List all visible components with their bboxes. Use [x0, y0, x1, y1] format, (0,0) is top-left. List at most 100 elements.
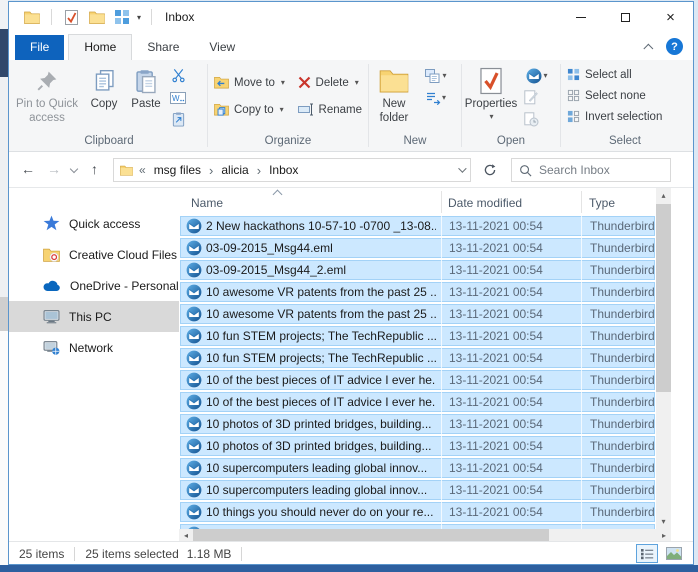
- search-input[interactable]: [539, 163, 649, 177]
- cut-button[interactable]: [167, 65, 189, 86]
- refresh-button[interactable]: [477, 160, 503, 180]
- qat-properties-icon[interactable]: [63, 10, 80, 25]
- table-row[interactable]: 10 awesome VR patents from the past 25 .…: [180, 282, 655, 302]
- easy-access-button[interactable]: ▾: [419, 87, 453, 108]
- open-with-thunderbird-button[interactable]: ▾: [520, 65, 554, 86]
- tab-file[interactable]: File: [15, 35, 64, 60]
- up-button[interactable]: ↑: [91, 161, 98, 177]
- table-row[interactable]: 03-09-2015_Msg44.eml 13-11-2021 00:54 Th…: [180, 238, 655, 258]
- table-row[interactable]: 10 awesome VR patents from the past 25 .…: [180, 304, 655, 324]
- select-all-button[interactable]: Select all: [561, 64, 638, 85]
- table-row[interactable]: 10 photos of 3D printed bridges, buildin…: [180, 414, 655, 434]
- thunderbird-file-icon: [186, 416, 202, 432]
- horizontal-scroll-thumb[interactable]: [193, 529, 549, 541]
- recent-locations-dropdown[interactable]: [70, 165, 78, 173]
- qat-new-folder-icon[interactable]: [88, 10, 105, 25]
- sidebar-item-creative-cloud-files[interactable]: Creative Cloud Files: [9, 239, 179, 270]
- paste-shortcut-button[interactable]: [167, 109, 189, 130]
- copy-button[interactable]: Copy: [83, 63, 125, 115]
- move-to-icon: [214, 76, 229, 89]
- table-row[interactable]: 10 fun STEM projects; The TechRepublic .…: [180, 326, 655, 346]
- pin-to-quick-access-button[interactable]: Pin to Quick access: [11, 63, 83, 129]
- collapse-ribbon-icon[interactable]: [643, 44, 653, 54]
- column-separator[interactable]: [581, 191, 582, 213]
- qat-customize-dropdown[interactable]: ▾: [137, 13, 141, 22]
- tab-view[interactable]: View: [194, 35, 250, 60]
- file-list-pane: Name Date modified Type 2 New hackathons…: [179, 188, 693, 541]
- table-row[interactable]: 03-09-2015_Msg44_2.eml 13-11-2021 00:54 …: [180, 260, 655, 280]
- forward-button[interactable]: →: [47, 161, 61, 177]
- breadcrumb-separator[interactable]: ›: [203, 163, 219, 178]
- sidebar-item-onedrive[interactable]: OneDrive - Personal: [9, 270, 179, 301]
- table-row[interactable]: 10 fun STEM projects; The TechRepublic .…: [180, 348, 655, 368]
- sidebar-item-network[interactable]: Network: [9, 332, 179, 363]
- properties-button[interactable]: Properties ▾: [462, 63, 520, 124]
- breadcrumb-alicia[interactable]: alicia: [219, 163, 250, 177]
- breadcrumb-overflow[interactable]: «: [135, 163, 152, 177]
- address-box[interactable]: « msg files › alicia › Inbox: [113, 158, 471, 182]
- maximize-button[interactable]: [603, 2, 648, 32]
- minimize-button[interactable]: [558, 2, 603, 32]
- file-type: Thunderbird D: [590, 373, 654, 387]
- table-row[interactable]: 10 supercomputers leading global innov..…: [180, 458, 655, 478]
- table-row[interactable]: 10 of the best pieces of IT advice I eve…: [180, 370, 655, 390]
- horizontal-scrollbar[interactable]: ◂ ▸: [179, 529, 671, 541]
- onedrive-cloud-icon: [43, 280, 61, 292]
- sidebar-item-quick-access[interactable]: Quick access: [9, 208, 179, 239]
- column-header-date-modified[interactable]: Date modified: [448, 196, 522, 210]
- move-to-button[interactable]: Move to▾: [208, 69, 292, 96]
- address-dropdown-icon[interactable]: [458, 164, 466, 172]
- table-row[interactable]: 2 New hackathons 10-57-10 -0700 _13-08..…: [180, 216, 655, 236]
- select-none-button[interactable]: Select none: [561, 85, 652, 106]
- scroll-up-arrow[interactable]: ▴: [656, 188, 671, 203]
- delete-button[interactable]: Delete▾: [292, 69, 368, 96]
- file-name: 10 fun STEM projects; The TechRepublic .…: [206, 351, 436, 365]
- breadcrumb-separator[interactable]: ›: [251, 163, 267, 178]
- back-button[interactable]: ←: [21, 161, 35, 177]
- file-type: Thunderbird D: [590, 505, 654, 519]
- table-row[interactable]: 10 photos of 3D printed bridges, buildin…: [180, 436, 655, 456]
- details-view-button[interactable]: [636, 544, 658, 563]
- qat-view-grid-icon[interactable]: [113, 10, 130, 25]
- delete-icon: [298, 76, 311, 89]
- help-icon[interactable]: ?: [666, 38, 683, 55]
- column-separator[interactable]: [441, 191, 442, 213]
- file-date-modified: 13-11-2021 00:54: [449, 417, 577, 431]
- file-date-modified: 13-11-2021 00:54: [449, 219, 577, 233]
- column-header-type[interactable]: Type: [589, 196, 615, 210]
- scroll-down-arrow[interactable]: ▾: [656, 514, 671, 529]
- new-item-button[interactable]: ▾: [419, 65, 453, 86]
- paste-button[interactable]: Paste: [125, 63, 167, 115]
- tab-home[interactable]: Home: [68, 34, 132, 60]
- thunderbird-file-icon: [186, 218, 202, 234]
- table-row[interactable]: 10 supercomputers leading global innov..…: [180, 480, 655, 500]
- breadcrumb-inbox[interactable]: Inbox: [267, 163, 300, 177]
- vertical-scrollbar[interactable]: ▴ ▾: [656, 188, 671, 529]
- thumbnail-view-button[interactable]: [663, 544, 685, 563]
- table-row[interactable]: 10 of the best pieces of IT advice I eve…: [180, 392, 655, 412]
- tab-share[interactable]: Share: [132, 35, 194, 60]
- history-button[interactable]: [520, 109, 542, 130]
- scroll-right-arrow[interactable]: ▸: [657, 529, 671, 541]
- file-name: 10 supercomputers leading global innov..…: [206, 483, 436, 497]
- copy-path-button[interactable]: W: [167, 87, 189, 108]
- copy-to-button[interactable]: Copy to▾: [208, 96, 292, 123]
- file-date-modified: 13-11-2021 00:54: [449, 263, 577, 277]
- refresh-icon: [483, 163, 497, 177]
- dropdown-icon: ▾: [281, 78, 285, 87]
- close-button[interactable]: ×: [648, 2, 693, 32]
- new-folder-button[interactable]: New folder: [369, 63, 419, 129]
- edit-button[interactable]: [520, 87, 542, 108]
- new-item-icon: [425, 69, 441, 83]
- file-name: 10 of the best pieces of IT advice I eve…: [206, 373, 436, 387]
- invert-selection-button[interactable]: Invert selection: [561, 106, 668, 127]
- file-date-modified: 13-11-2021 00:54: [449, 285, 577, 299]
- sidebar-item-this-pc[interactable]: This PC: [9, 301, 179, 332]
- search-box[interactable]: [511, 158, 671, 182]
- table-row[interactable]: 10 things you should never do on your re…: [180, 502, 655, 522]
- scroll-left-arrow[interactable]: ◂: [179, 529, 193, 541]
- column-header-name[interactable]: Name: [191, 196, 223, 210]
- vertical-scroll-thumb[interactable]: [656, 204, 671, 392]
- breadcrumb-msg-files[interactable]: msg files: [152, 163, 203, 177]
- rename-button[interactable]: Rename: [292, 96, 368, 123]
